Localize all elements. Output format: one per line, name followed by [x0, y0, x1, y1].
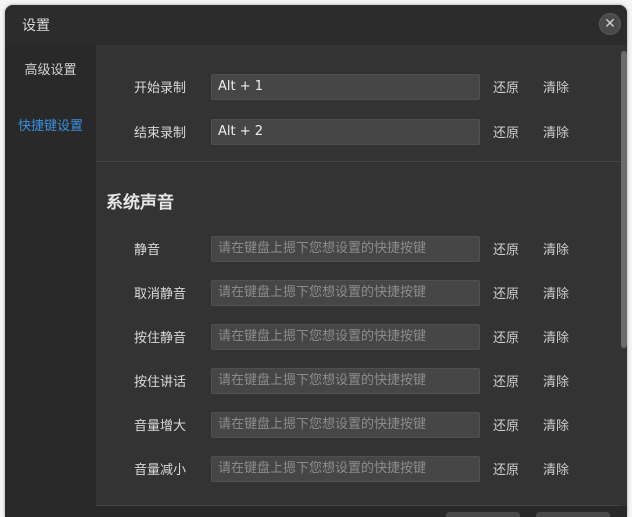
restore-button[interactable]: 还原 [493, 371, 519, 390]
clear-button[interactable]: 清除 [543, 371, 569, 390]
shortcut-row-hold-to-mute: 按住静音 请在键盘上摁下您想设置的快捷按键 还原 清除 [96, 324, 616, 350]
window-title: 设置 [22, 18, 50, 34]
shortcut-label: 静音 [134, 243, 161, 258]
restore-button[interactable]: 还原 [493, 239, 519, 258]
shortcut-label: 取消静音 [134, 287, 187, 302]
restore-button[interactable]: 还原 [493, 122, 519, 141]
shortcut-input-push-to-talk[interactable]: 请在键盘上摁下您想设置的快捷按键 [211, 368, 480, 394]
shortcut-input-volume-up[interactable]: 请在键盘上摁下您想设置的快捷按键 [211, 412, 480, 438]
clear-button[interactable]: 清除 [543, 459, 569, 478]
scrollbar-thumb[interactable] [621, 51, 627, 348]
shortcut-input-mute[interactable]: 请在键盘上摁下您想设置的快捷按键 [211, 236, 480, 262]
restore-button[interactable]: 还原 [493, 459, 519, 478]
shortcut-label: 按住讲话 [134, 375, 187, 390]
restore-button[interactable]: 还原 [493, 283, 519, 302]
section-title-system-sound: 系统声音 [106, 193, 174, 213]
title-bar: 设置 ✕ [5, 5, 627, 45]
shortcut-row-push-to-talk: 按住讲话 请在键盘上摁下您想设置的快捷按键 还原 清除 [96, 368, 616, 394]
clear-button[interactable]: 清除 [543, 239, 569, 258]
shortcut-label: 结束录制 [134, 126, 187, 141]
clear-button[interactable]: 清除 [543, 327, 569, 346]
footer-button-left[interactable] [446, 512, 520, 517]
section-divider [96, 161, 620, 162]
shortcut-row-volume-up: 音量增大 请在键盘上摁下您想设置的快捷按键 还原 清除 [96, 412, 616, 438]
sidebar-item-shortcut-settings[interactable]: 快捷键设置 [5, 106, 96, 148]
shortcut-row-start-recording: 开始录制 Alt + 1 还原 清除 [96, 74, 616, 100]
close-button[interactable]: ✕ [599, 13, 621, 35]
restore-button[interactable]: 还原 [493, 415, 519, 434]
restore-button[interactable]: 还原 [493, 327, 519, 346]
shortcut-input-unmute[interactable]: 请在键盘上摁下您想设置的快捷按键 [211, 280, 480, 306]
shortcut-label: 音量减小 [134, 463, 187, 478]
sidebar: 高级设置 快捷键设置 [5, 45, 96, 517]
shortcut-row-volume-down: 音量减小 请在键盘上摁下您想设置的快捷按键 还原 清除 [96, 456, 616, 482]
shortcut-row-stop-recording: 结束录制 Alt + 2 还原 清除 [96, 119, 616, 145]
sidebar-item-advanced-settings[interactable]: 高级设置 [5, 50, 96, 92]
clear-button[interactable]: 清除 [543, 415, 569, 434]
shortcut-settings-panel: 开始录制 Alt + 1 还原 清除 结束录制 Alt + 2 还原 清除 系统… [96, 45, 627, 517]
clear-button[interactable]: 清除 [543, 283, 569, 302]
shortcut-label: 音量增大 [134, 419, 187, 434]
shortcut-label: 开始录制 [134, 81, 187, 96]
shortcut-input-hold-to-mute[interactable]: 请在键盘上摁下您想设置的快捷按键 [211, 324, 480, 350]
clear-button[interactable]: 清除 [543, 77, 569, 96]
shortcut-row-unmute: 取消静音 请在键盘上摁下您想设置的快捷按键 还原 清除 [96, 280, 616, 306]
shortcut-input-stop-recording[interactable]: Alt + 2 [211, 119, 480, 145]
vertical-scrollbar[interactable] [620, 45, 627, 517]
restore-button[interactable]: 还原 [493, 77, 519, 96]
settings-window: 设置 ✕ 高级设置 快捷键设置 开始录制 Alt + 1 还原 清除 结束录制 … [5, 5, 627, 517]
shortcut-input-volume-down[interactable]: 请在键盘上摁下您想设置的快捷按键 [211, 456, 480, 482]
shortcut-label: 按住静音 [134, 331, 187, 346]
clear-button[interactable]: 清除 [543, 122, 569, 141]
shortcut-input-start-recording[interactable]: Alt + 1 [211, 74, 480, 100]
shortcut-row-mute: 静音 请在键盘上摁下您想设置的快捷按键 还原 清除 [96, 236, 616, 262]
footer-bar [5, 506, 627, 517]
footer-button-right[interactable] [536, 512, 610, 517]
close-icon: ✕ [604, 16, 616, 32]
